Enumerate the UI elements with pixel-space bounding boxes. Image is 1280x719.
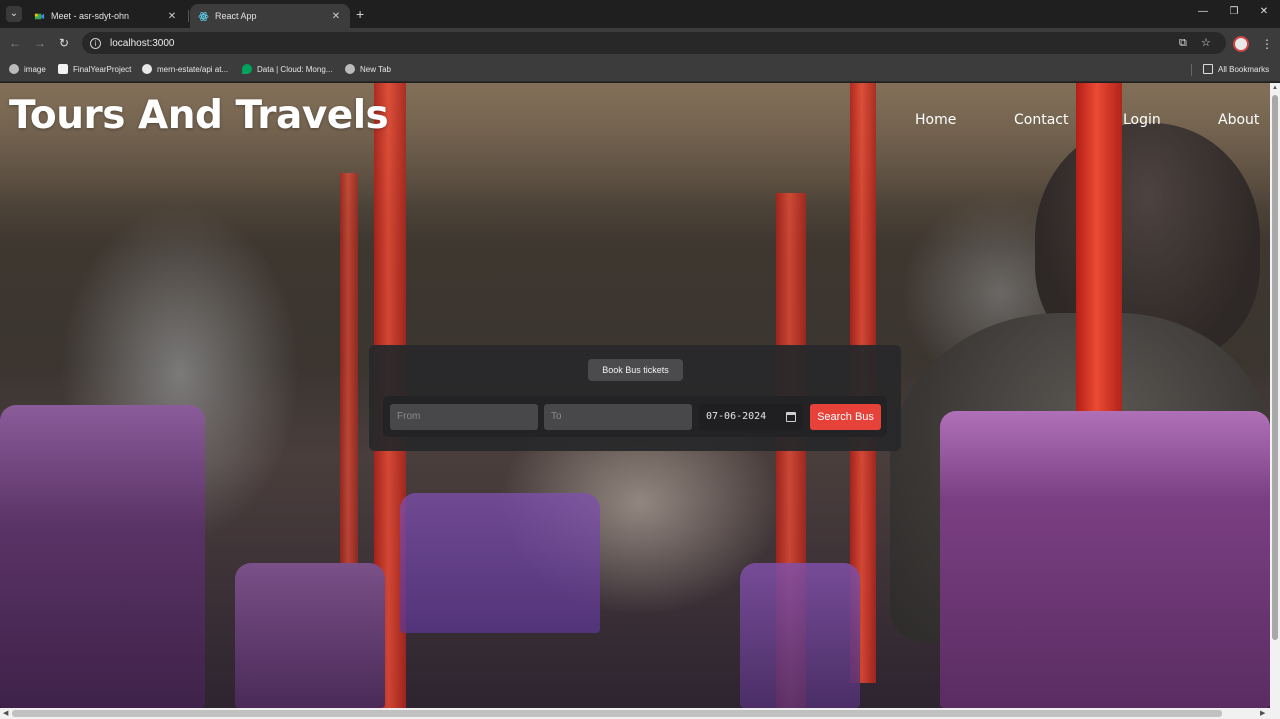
bookmark-label: Data | Cloud: Mong... [257,64,333,74]
github-icon [142,64,152,74]
browser-toolbar: ← → ↻ i localhost:3000 [0,28,1280,58]
nav-contact-link[interactable]: Contact [1014,112,1068,128]
book-bus-tickets-button[interactable]: Book Bus tickets [588,359,683,381]
install-app-icon[interactable]: ⧉ [1179,37,1187,49]
bookmark-label: New Tab [360,64,391,74]
globe-icon [345,64,355,74]
tab-search-button[interactable]: ⌄ [6,6,22,22]
reload-icon[interactable]: ↻ [57,36,71,50]
bookmark-item[interactable]: Data | Cloud: Mong... [242,64,332,74]
bookmark-item[interactable]: image [9,64,46,74]
scroll-up-icon[interactable]: ▲ [1272,85,1278,91]
new-tab-icon[interactable]: + [356,6,364,22]
nav-login-link[interactable]: Login [1123,112,1161,128]
scroll-thumb[interactable] [1272,95,1278,640]
search-bus-button[interactable]: Search Bus [810,404,881,430]
to-input[interactable]: To [544,404,692,430]
google-meet-icon [34,13,45,19]
date-value: 07-06-2024 [706,411,767,422]
bookmark-label: mern-estate/api at... [157,64,229,74]
project-icon [58,64,68,74]
page-viewport: Tours And Travels Home Contact Login Abo… [0,83,1270,708]
tab-meet[interactable]: Meet - asr-sdyt-ohn ✕ [26,4,186,28]
url-text: localhost:3000 [110,37,175,49]
back-icon[interactable]: ← [8,36,22,50]
all-bookmarks-label: All Bookmarks [1218,64,1270,74]
bookmark-item[interactable]: mern-estate/api at... [142,64,228,74]
bookmarks-bar: image FinalYearProject mern-estate/api a… [0,58,1280,82]
bookmark-label: FinalYearProject [73,64,132,74]
nav-about-link[interactable]: About [1218,112,1259,128]
vertical-scrollbar[interactable]: ▲ [1270,83,1280,708]
folder-icon [1203,64,1213,74]
close-window-icon[interactable]: ✕ [1257,6,1271,17]
horizontal-scrollbar[interactable]: ◀ ▶ [0,708,1280,719]
bookmark-star-icon[interactable]: ☆ [1201,37,1211,49]
close-icon[interactable]: ✕ [330,11,342,22]
booking-card: Book Bus tickets From To 07-06-2024 Sear… [369,345,901,451]
site-info-icon[interactable]: i [90,37,101,49]
restore-icon[interactable]: ❐ [1227,6,1241,17]
bookmark-label: image [24,64,46,74]
forward-icon[interactable]: → [33,36,47,50]
tab-strip: ⌄ Meet - asr-sdyt-ohn ✕ React App ✕ + — … [0,0,1280,28]
all-bookmarks-button[interactable]: All Bookmarks [1203,64,1269,74]
calendar-icon[interactable] [786,412,796,422]
tab-divider [188,10,189,22]
tab-react-app[interactable]: React App ✕ [190,4,350,28]
bookmark-item[interactable]: New Tab [345,64,391,74]
tab-title: Meet - asr-sdyt-ohn [51,11,130,21]
nav-home-link[interactable]: Home [915,112,956,128]
scroll-thumb[interactable] [12,710,1222,717]
close-icon[interactable]: ✕ [166,11,178,22]
mongodb-leaf-icon [242,64,252,74]
search-form: From To 07-06-2024 Search Bus [383,396,887,437]
bookmarks-divider [1191,64,1192,76]
profile-avatar[interactable] [1233,36,1249,52]
travel-date-input[interactable]: 07-06-2024 [699,404,803,430]
bookmark-item[interactable]: FinalYearProject [58,64,131,74]
minimize-icon[interactable]: — [1196,6,1210,17]
globe-icon [9,64,19,74]
from-input[interactable]: From [390,404,538,430]
site-title: Tours And Travels [9,93,389,138]
menu-icon[interactable]: ⋮ [1261,37,1273,51]
react-icon [198,11,209,21]
address-bar[interactable]: i localhost:3000 [82,32,1226,54]
scroll-left-icon[interactable]: ◀ [3,709,8,717]
tab-title: React App [215,11,257,21]
scroll-right-icon[interactable]: ▶ [1260,709,1265,717]
